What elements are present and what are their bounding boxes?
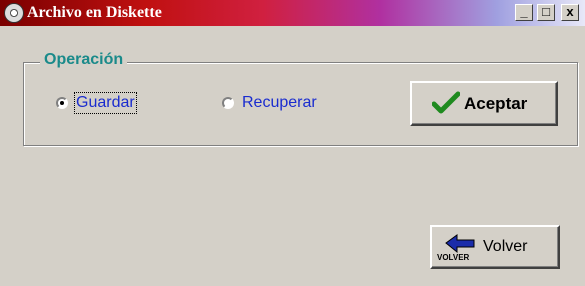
radio-guardar-label[interactable]: Guardar [74, 92, 137, 114]
maximize-button[interactable]: □ [537, 4, 555, 21]
minimize-button[interactable]: _ [515, 4, 533, 21]
radio-button-icon[interactable] [56, 97, 68, 109]
diskette-app-icon[interactable] [4, 3, 24, 23]
close-button[interactable]: x [561, 4, 579, 21]
operacion-group-label: Operación [40, 51, 128, 69]
radio-selected-dot [60, 101, 64, 105]
volver-label: Volver [483, 238, 528, 255]
radio-button-icon[interactable] [222, 97, 234, 109]
aceptar-label: Aceptar [464, 94, 528, 113]
aceptar-button[interactable]: Aceptar [410, 81, 558, 126]
volver-button[interactable]: VOLVER Volver [430, 225, 560, 269]
window-title: Archivo en Diskette [27, 4, 162, 21]
radio-recuperar[interactable]: Recuperar [222, 93, 317, 113]
back-arrow-icon [445, 234, 475, 254]
volver-icon-caption: VOLVER [437, 253, 470, 262]
radio-recuperar-label[interactable]: Recuperar [242, 94, 317, 112]
checkmark-icon [432, 91, 460, 114]
dialog-window: Archivo en Diskette _ □ x Operación Guar… [0, 0, 585, 286]
title-bar[interactable]: Archivo en Diskette _ □ x [0, 0, 585, 26]
radio-guardar[interactable]: Guardar [56, 92, 137, 114]
